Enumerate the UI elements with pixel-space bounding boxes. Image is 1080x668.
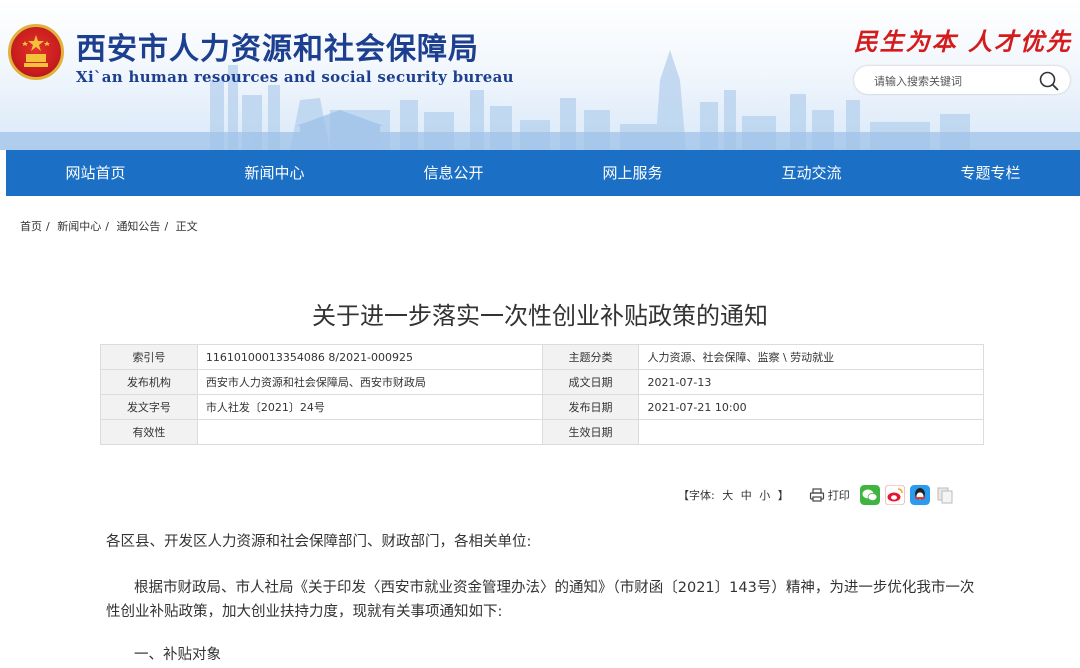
table-row: 发文字号 市人社发〔2021〕24号 发布日期 2021-07-21 10:00 — [100, 394, 984, 420]
meta-value — [638, 419, 984, 445]
qq-icon[interactable] — [909, 485, 930, 505]
table-row: 索引号 11610100013354086 8/2021-000925 主题分类… — [100, 344, 984, 370]
print-button[interactable]: 打印 — [809, 487, 850, 503]
nav-interaction[interactable]: 互动交流 — [722, 150, 901, 196]
section-heading: 一、补贴对象 — [134, 647, 221, 663]
site-header: 西安市人力资源和社会保障局 Xi`an human resources and … — [0, 0, 1080, 150]
font-medium-button[interactable]: 中 — [741, 489, 752, 502]
site-title-en: Xi`an human resources and social securit… — [76, 68, 514, 86]
meta-value: 市人社发〔2021〕24号 — [196, 394, 543, 420]
copy-icon[interactable] — [935, 485, 955, 505]
nav-online-services[interactable]: 网上服务 — [543, 150, 722, 196]
document-meta-table: 索引号 11610100013354086 8/2021-000925 主题分类… — [100, 344, 984, 445]
weibo-icon[interactable] — [884, 485, 905, 505]
search-box — [854, 66, 1070, 94]
table-row: 发布机构 西安市人力资源和社会保障局、西安市财政局 成文日期 2021-07-1… — [100, 369, 984, 395]
paragraph-body-line2: 性创业补贴政策，加大创业扶持力度，现就有关事项通知如下: — [106, 604, 503, 620]
meta-label: 发布机构 — [100, 369, 198, 395]
meta-value: 西安市人力资源和社会保障局、西安市财政局 — [196, 369, 543, 395]
article-tools: 【字体: 大 中 小 】 打印 — [676, 485, 960, 505]
meta-label: 生效日期 — [541, 419, 640, 445]
wechat-icon[interactable] — [859, 485, 880, 505]
search-input[interactable] — [872, 71, 1036, 91]
slogan-calligraphy: 民生为本 人才优先 — [853, 27, 1072, 56]
meta-label: 索引号 — [100, 344, 198, 370]
meta-value: 2021-07-13 — [638, 369, 984, 395]
breadcrumb-news[interactable]: 新闻中心 — [57, 220, 101, 233]
nav-news[interactable]: 新闻中心 — [185, 150, 364, 196]
breadcrumb-home[interactable]: 首页 — [20, 220, 42, 233]
breadcrumb: 首页 / 新闻中心 / 通知公告 / 正文 — [20, 220, 198, 233]
table-row: 有效性 生效日期 — [100, 419, 984, 445]
font-large-button[interactable]: 大 — [722, 489, 733, 502]
print-icon — [809, 488, 824, 502]
font-size-control: 【字体: 大 中 小 】 — [678, 489, 789, 502]
meta-label: 发文字号 — [100, 394, 198, 420]
meta-label: 有效性 — [100, 419, 198, 445]
search-icon[interactable] — [1038, 70, 1060, 92]
nav-home[interactable]: 网站首页 — [6, 150, 185, 196]
breadcrumb-notices[interactable]: 通知公告 — [116, 220, 160, 233]
main-nav: 网站首页 新闻中心 信息公开 网上服务 互动交流 专题专栏 — [6, 150, 1080, 196]
site-title-cn: 西安市人力资源和社会保障局 — [76, 32, 479, 67]
meta-label: 主题分类 — [541, 344, 640, 370]
paragraph-body-line1: 根据市财政局、市人社局《关于印发〈西安市就业资金管理办法〉的通知》（市财函〔20… — [134, 580, 975, 596]
print-label: 打印 — [827, 489, 850, 502]
meta-label: 成文日期 — [541, 369, 640, 395]
meta-value: 11610100013354086 8/2021-000925 — [196, 344, 543, 370]
article-title: 关于进一步落实一次性创业补贴政策的通知 — [312, 302, 768, 330]
meta-value: 人力资源、社会保障、监察 \ 劳动就业 — [638, 344, 984, 370]
nav-special-topics[interactable]: 专题专栏 — [901, 150, 1080, 196]
breadcrumb-current: 正文 — [175, 220, 198, 233]
font-small-button[interactable]: 小 — [759, 489, 770, 502]
national-emblem-icon — [8, 24, 64, 80]
nav-info-disclosure[interactable]: 信息公开 — [364, 150, 543, 196]
meta-value — [196, 419, 543, 445]
meta-label: 发布日期 — [541, 394, 640, 420]
paragraph-greeting: 各区县、开发区人力资源和社会保障部门、财政部门，各相关单位: — [106, 534, 532, 550]
meta-value: 2021-07-21 10:00 — [638, 394, 984, 420]
